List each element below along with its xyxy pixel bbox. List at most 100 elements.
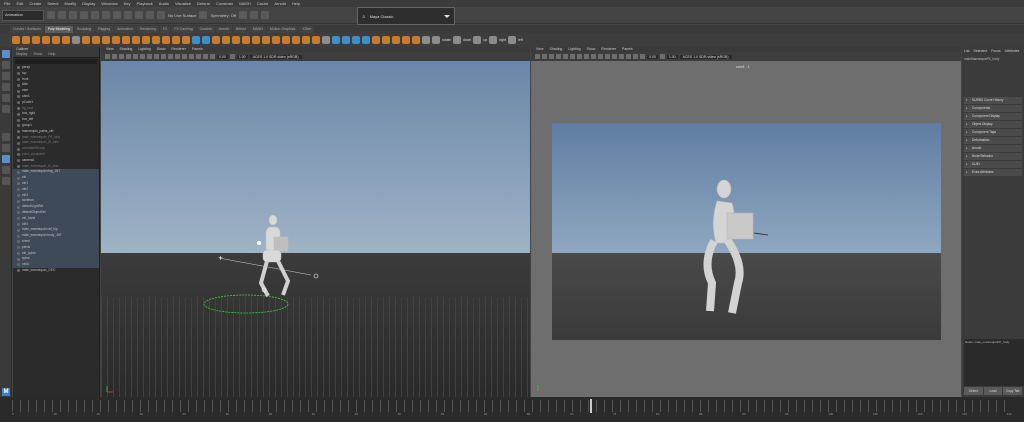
bridge-icon[interactable] — [142, 36, 150, 44]
auto-map-icon[interactable] — [242, 36, 250, 44]
boolean-icon[interactable] — [122, 36, 130, 44]
select-object-icon[interactable] — [113, 11, 121, 19]
attr-section[interactable]: Arnold — [964, 145, 1022, 152]
outliner-menu-display[interactable]: Display — [16, 52, 27, 57]
viewport-perspective[interactable]: View Shading Lighting Show Renderer Pane… — [101, 47, 530, 397]
ipr-icon[interactable] — [260, 11, 269, 19]
menu-item[interactable]: Help — [292, 1, 300, 6]
attr-node-name[interactable]: maleMannequinFK_body — [962, 55, 1024, 64]
menu-item[interactable]: Edit — [16, 1, 23, 6]
outliner-search-input[interactable] — [15, 59, 97, 64]
two-pane-icon[interactable] — [2, 155, 10, 163]
uv-editor-icon[interactable] — [222, 36, 230, 44]
planar-map-icon[interactable] — [232, 36, 240, 44]
script3-icon[interactable] — [473, 36, 482, 44]
attr-notes[interactable]: Notes: male_mannequinFK_body — [964, 339, 1024, 386]
shelf-label-rotate[interactable]: rotate — [442, 38, 451, 42]
shelf-tab[interactable]: XGen — [299, 25, 315, 33]
shelf-tab[interactable]: Custom — [196, 25, 215, 33]
shelf-label-left[interactable]: left — [518, 38, 523, 42]
shelf-tab[interactable]: Rendering — [136, 25, 159, 33]
shelf-tab[interactable]: Poly Modeling — [44, 25, 73, 33]
rotate-tool-icon[interactable] — [2, 94, 10, 102]
attr-section[interactable]: NURBS Curve History — [964, 97, 1022, 104]
constraint-icon[interactable] — [412, 36, 420, 44]
attr-section[interactable]: Component Display — [964, 113, 1022, 120]
key-icon[interactable] — [382, 36, 390, 44]
poly-cube-icon[interactable] — [22, 36, 30, 44]
symmetry-icon[interactable] — [199, 11, 208, 19]
viewport-camera[interactable]: View Shading Lighting Show Renderer Pane… — [531, 47, 961, 397]
live-surface-label[interactable]: No Live Surface — [168, 13, 196, 18]
bake-icon[interactable] — [372, 36, 380, 44]
snap-point-icon[interactable] — [157, 11, 165, 19]
single-pane-icon[interactable] — [2, 133, 10, 141]
poly-cone-icon[interactable] — [42, 36, 50, 44]
menu-item[interactable]: MASH — [239, 1, 251, 6]
menu-item[interactable]: Constrain — [216, 1, 233, 6]
paint-select-icon[interactable] — [2, 72, 10, 80]
attr-tab-attributes[interactable]: Attributes — [1005, 49, 1020, 53]
attr-load-button[interactable]: Load Attributes — [983, 387, 1003, 401]
bevel-icon[interactable] — [162, 36, 170, 44]
outliner-menu-show[interactable]: Show — [33, 52, 42, 57]
menu-set-dropdown[interactable]: Animation — [2, 9, 44, 21]
shelf-tab[interactable]: FX Caching — [171, 25, 196, 33]
shelf-tab[interactable]: FX — [159, 25, 171, 33]
shelf-tab[interactable]: Motion Graphics — [266, 25, 299, 33]
menu-item[interactable]: Modify — [65, 1, 77, 6]
history-icon[interactable] — [238, 11, 247, 19]
delete-history-icon[interactable] — [362, 36, 370, 44]
cut-uv-icon[interactable] — [252, 36, 260, 44]
script2-icon[interactable] — [452, 36, 461, 44]
menu-item[interactable]: Cache — [257, 1, 269, 6]
attr-section[interactable]: Component Tags — [964, 129, 1022, 136]
center-pivot-icon[interactable] — [352, 36, 360, 44]
scale-tool-icon[interactable] — [2, 105, 10, 113]
script-icon[interactable] — [432, 36, 440, 44]
shelf-tab[interactable]: Sculpting — [73, 25, 95, 33]
select-tool-icon[interactable] — [2, 50, 10, 58]
attr-select-button[interactable]: Select — [964, 387, 983, 395]
sew-uv-icon[interactable] — [262, 36, 270, 44]
open-scene-icon[interactable] — [58, 11, 66, 19]
menu-item[interactable]: Windows — [101, 1, 117, 6]
extrude-icon[interactable] — [152, 36, 160, 44]
freeze-icon[interactable] — [342, 36, 350, 44]
combine-icon[interactable] — [82, 36, 90, 44]
shelf-label-right[interactable]: right — [499, 38, 506, 42]
select-hierarchy-icon[interactable] — [102, 11, 110, 19]
smooth-icon[interactable] — [112, 36, 120, 44]
poly-sphere-icon[interactable] — [12, 36, 20, 44]
soften-icon[interactable] — [302, 36, 310, 44]
shelf-tab[interactable]: Rigging — [95, 25, 114, 33]
outliner-row[interactable]: male_mannequin_GEO — [13, 268, 99, 274]
attr-section[interactable]: Object Display — [964, 121, 1022, 128]
poly-cylinder-icon[interactable] — [32, 36, 40, 44]
script5-icon[interactable] — [508, 36, 517, 44]
extract-icon[interactable] — [102, 36, 110, 44]
unfold-icon[interactable] — [272, 36, 280, 44]
menu-item[interactable]: Select — [47, 1, 58, 6]
attr-section[interactable]: UUID — [964, 161, 1022, 168]
symmetry-label[interactable]: Symmetry: Off — [210, 13, 235, 18]
attr-section[interactable]: Node Behavior — [964, 153, 1022, 160]
attr-section[interactable]: Deformation — [964, 137, 1022, 144]
transform-icon[interactable] — [332, 36, 340, 44]
menu-item[interactable]: Arnold — [274, 1, 286, 6]
script4-icon[interactable] — [489, 36, 498, 44]
new-scene-icon[interactable] — [47, 11, 55, 19]
outliner-menu-help[interactable]: Help — [48, 52, 55, 57]
menu-item[interactable]: Visualize — [175, 1, 191, 6]
outliner-layout-icon[interactable] — [2, 166, 10, 174]
move-tool-icon[interactable] — [2, 83, 10, 91]
menu-item[interactable]: Playback — [137, 1, 153, 6]
graph-icon[interactable] — [392, 36, 400, 44]
snap-grid-icon[interactable] — [135, 11, 143, 19]
redo-icon[interactable] — [91, 11, 99, 19]
target-weld-icon[interactable] — [192, 36, 200, 44]
search-icon[interactable] — [2, 177, 10, 185]
fill-hole-icon[interactable] — [172, 36, 180, 44]
shelf-tab[interactable]: MASH — [249, 25, 266, 33]
attr-section[interactable]: Extra Attributes — [964, 169, 1022, 176]
